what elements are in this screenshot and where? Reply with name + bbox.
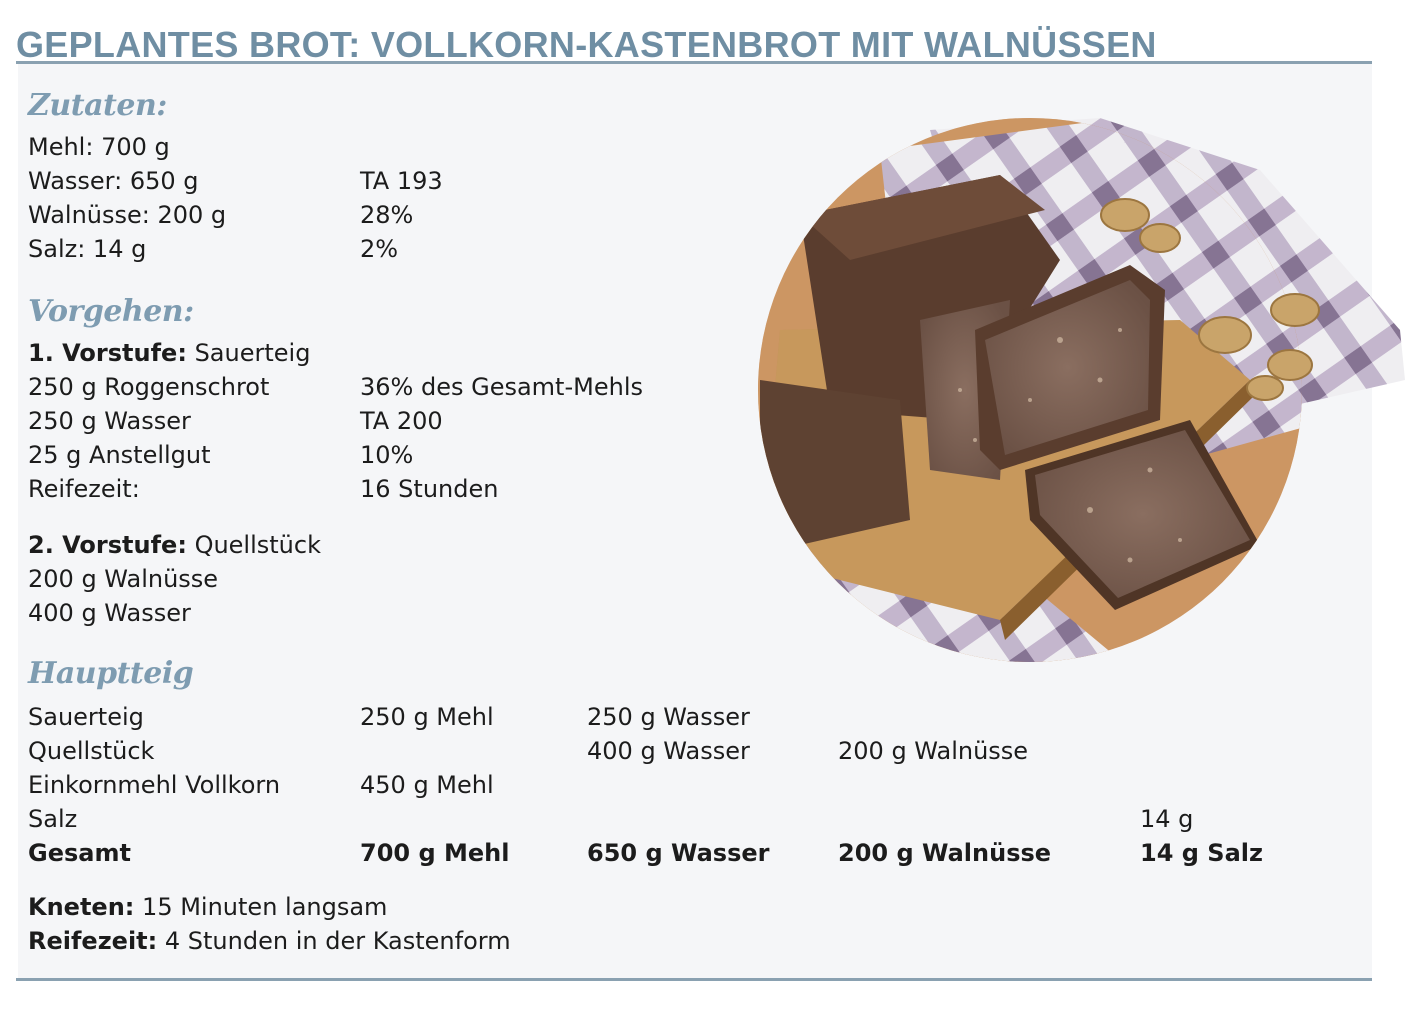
vorstufe2-name: Quellstück <box>194 531 321 559</box>
hauptteig-total: 700 g Mehl <box>360 839 510 867</box>
hauptteig-cell: Quellstück <box>28 737 155 765</box>
zutaten-mehl: Mehl: 700 g <box>28 133 170 161</box>
hauptteig-cell: Salz <box>28 805 78 833</box>
zutaten-heading: Zutaten: <box>28 88 167 123</box>
vorstufe1-roggenschrot: 250 g Roggenschrot <box>28 373 270 401</box>
kneten-line: Kneten: 15 Minuten langsam <box>28 892 387 922</box>
vorstufe2-label: 2. Vorstufe: <box>28 531 187 559</box>
hauptteig-total: Gesamt <box>28 839 131 867</box>
vorstufe1-name: Sauerteig <box>194 339 311 367</box>
hauptteig-total: 650 g Wasser <box>587 839 770 867</box>
vorstufe1-reifezeit: Reifezeit: <box>28 475 140 503</box>
vorstufe1-wasser-ta: TA 200 <box>360 407 443 435</box>
zutaten-salz: Salz: 14 g <box>28 235 147 263</box>
vorstufe1-anstellgut-pct: 10% <box>360 441 414 469</box>
kneten-value: 15 Minuten langsam <box>142 893 388 921</box>
zutaten-wasser-ta: TA 193 <box>360 167 443 195</box>
zutaten-wasser: Wasser: 650 g <box>28 167 199 195</box>
hauptteig-cell: 250 g Wasser <box>587 703 750 731</box>
page-title: GEPLANTES BROT: VOLLKORN-KASTENBROT MIT … <box>16 24 1157 65</box>
vorstufe1-line: 1. Vorstufe: Sauerteig <box>28 338 310 368</box>
vorstufe2-wasser: 400 g Wasser <box>28 599 191 627</box>
vorstufe1-reifezeit-value: 16 Stunden <box>360 475 499 503</box>
hauptteig-cell: 250 g Mehl <box>360 703 494 731</box>
hauptteig-cell: 400 g Wasser <box>587 737 750 765</box>
vorstufe1-roggenschrot-pct: 36% des Gesamt-Mehls <box>360 373 643 401</box>
bottom-rule <box>16 978 1372 981</box>
zutaten-salz-pct: 2% <box>360 235 399 263</box>
hauptteig-cell: Sauerteig <box>28 703 144 731</box>
vorstufe1-label: 1. Vorstufe: <box>28 339 187 367</box>
hauptteig-heading: Hauptteig <box>28 656 194 691</box>
zutaten-walnuesse: Walnüsse: 200 g <box>28 201 227 229</box>
reifezeit-line: Reifezeit: 4 Stunden in der Kastenform <box>28 926 511 956</box>
vorgehen-heading: Vorgehen: <box>28 294 194 329</box>
hauptteig-total: 14 g Salz <box>1140 839 1263 867</box>
reifezeit-label: Reifezeit: <box>28 927 158 955</box>
vorstufe1-anstellgut: 25 g Anstellgut <box>28 441 211 469</box>
zutaten-walnuesse-pct: 28% <box>360 201 414 229</box>
reifezeit-value: 4 Stunden in der Kastenform <box>164 927 511 955</box>
vorstufe1-wasser: 250 g Wasser <box>28 407 191 435</box>
hauptteig-cell: 14 g <box>1140 805 1194 833</box>
bread-photo <box>758 118 1405 662</box>
kneten-label: Kneten: <box>28 893 135 921</box>
vorstufe2-walnuesse: 200 g Walnüsse <box>28 565 219 593</box>
hauptteig-cell: 200 g Walnüsse <box>838 737 1029 765</box>
hauptteig-cell: 450 g Mehl <box>360 771 494 799</box>
vorstufe2-line: 2. Vorstufe: Quellstück <box>28 530 321 560</box>
hauptteig-total: 200 g Walnüsse <box>838 839 1052 867</box>
hauptteig-cell: Einkornmehl Vollkorn <box>28 771 281 799</box>
